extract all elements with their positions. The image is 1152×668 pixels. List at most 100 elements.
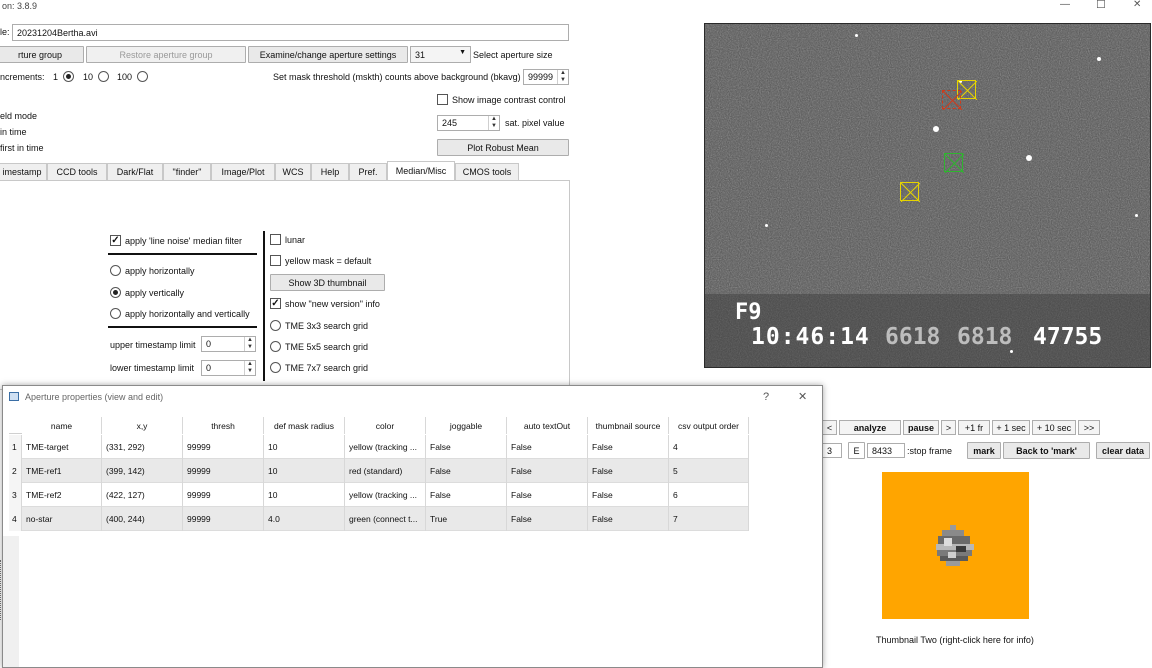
- apply-vertically-radio[interactable]: [110, 287, 121, 298]
- yellow-mask-checkbox[interactable]: [270, 255, 281, 266]
- increment-10-radio[interactable]: [98, 71, 109, 82]
- table-cell[interactable]: red (standard): [345, 459, 426, 483]
- row-index[interactable]: 4: [9, 507, 22, 531]
- aperture-size-select[interactable]: 31 ▼: [410, 46, 471, 63]
- aperture-marker-red[interactable]: [942, 90, 962, 110]
- help-icon[interactable]: ?: [763, 391, 769, 403]
- thumbnail-two[interactable]: [882, 472, 1029, 619]
- table-cell[interactable]: 10: [264, 459, 345, 483]
- tab-timestamp[interactable]: imestamp: [0, 163, 47, 180]
- table-cell[interactable]: False: [426, 435, 507, 459]
- table-header-thresh[interactable]: thresh: [183, 417, 264, 434]
- start-frame-field[interactable]: 3: [822, 443, 842, 458]
- table-cell[interactable]: TME-ref2: [22, 483, 102, 507]
- table-header-joggable[interactable]: joggable: [426, 417, 507, 434]
- tab-cmos-tools[interactable]: CMOS tools: [455, 163, 519, 180]
- row-index[interactable]: 3: [9, 483, 22, 507]
- spin-arrows-icon[interactable]: ▲ ▼: [244, 361, 255, 375]
- lunar-checkbox[interactable]: [270, 234, 281, 245]
- lower-timestamp-limit-spinbox[interactable]: 0 ▲ ▼: [201, 360, 256, 376]
- table-cell[interactable]: 4.0: [264, 507, 345, 531]
- table-cell[interactable]: False: [507, 507, 588, 531]
- table-cell[interactable]: False: [588, 483, 669, 507]
- table-cell[interactable]: 6: [669, 483, 749, 507]
- table-cell[interactable]: 99999: [183, 435, 264, 459]
- new-version-info-checkbox[interactable]: ✓: [270, 298, 281, 309]
- aperture-group-button[interactable]: rture group: [0, 46, 84, 63]
- next-frame-button[interactable]: >: [941, 420, 956, 435]
- table-cell[interactable]: 10: [264, 435, 345, 459]
- table-cell[interactable]: 7: [669, 507, 749, 531]
- table-cell[interactable]: False: [588, 435, 669, 459]
- increment-100-radio[interactable]: [137, 71, 148, 82]
- table-row[interactable]: 4 no-star (400, 244) 99999 4.0 green (connect…: [9, 507, 749, 531]
- analyze-button[interactable]: analyze: [839, 420, 901, 435]
- stop-frame-field[interactable]: 8433: [867, 443, 905, 458]
- table-cell[interactable]: False: [588, 507, 669, 531]
- table-header-thumbnail-source[interactable]: thumbnail source: [588, 417, 669, 434]
- table-row[interactable]: 2 TME-ref1 (399, 142) 99999 10 red (standard)…: [9, 459, 749, 483]
- table-cell[interactable]: 4: [669, 435, 749, 459]
- table-cell[interactable]: green (connect t...: [345, 507, 426, 531]
- table-cell[interactable]: (331, 292): [102, 435, 183, 459]
- saturation-spinbox[interactable]: 245 ▲ ▼: [437, 115, 500, 131]
- tab-help[interactable]: Help: [311, 163, 349, 180]
- minimize-icon[interactable]: —: [1060, 0, 1070, 10]
- line-noise-filter-checkbox[interactable]: ✓: [110, 235, 121, 246]
- table-header-auto-textout[interactable]: auto textOut: [507, 417, 588, 434]
- fast-forward-button[interactable]: >>: [1078, 420, 1100, 435]
- table-cell[interactable]: 99999: [183, 483, 264, 507]
- table-cell[interactable]: (399, 142): [102, 459, 183, 483]
- row-index[interactable]: 1: [9, 435, 22, 459]
- spin-arrows-icon[interactable]: ▲ ▼: [557, 70, 568, 84]
- maximize-icon[interactable]: ☐: [1096, 0, 1106, 11]
- table-cell[interactable]: False: [507, 435, 588, 459]
- clear-data-button[interactable]: clear data: [1096, 442, 1150, 459]
- table-cell[interactable]: TME-ref1: [22, 459, 102, 483]
- table-header-def-mask-radius[interactable]: def mask radius: [264, 417, 345, 434]
- video-frame[interactable]: F9 10:46:14 6618 6818 47755: [704, 23, 1151, 368]
- close-icon[interactable]: ✕: [1133, 0, 1141, 10]
- apply-horizontally-radio[interactable]: [110, 265, 121, 276]
- examine-aperture-settings-button[interactable]: Examine/change aperture settings: [248, 46, 408, 63]
- spin-arrows-icon[interactable]: ▲ ▼: [244, 337, 255, 351]
- table-row[interactable]: 3 TME-ref2 (422, 127) 99999 10 yellow (tracki…: [9, 483, 749, 507]
- table-cell[interactable]: 5: [669, 459, 749, 483]
- end-frame-button[interactable]: E: [848, 442, 865, 459]
- table-cell[interactable]: TME-target: [22, 435, 102, 459]
- plus-1-sec-button[interactable]: + 1 sec: [992, 420, 1030, 435]
- plus-10-sec-button[interactable]: + 10 sec: [1032, 420, 1076, 435]
- apply-both-radio[interactable]: [110, 308, 121, 319]
- increment-1-radio[interactable]: [63, 71, 74, 82]
- table-cell[interactable]: True: [426, 507, 507, 531]
- table-cell[interactable]: 10: [264, 483, 345, 507]
- aperture-marker-yellow[interactable]: [900, 182, 920, 202]
- tab-wcs[interactable]: WCS: [275, 163, 311, 180]
- tab-finder[interactable]: "finder": [163, 163, 211, 180]
- plus-1-frame-button[interactable]: +1 fr: [958, 420, 990, 435]
- tab-median-misc[interactable]: Median/Misc: [387, 161, 455, 180]
- table-cell[interactable]: (400, 244): [102, 507, 183, 531]
- table-cell[interactable]: 99999: [183, 459, 264, 483]
- upper-timestamp-limit-spinbox[interactable]: 0 ▲ ▼: [201, 336, 256, 352]
- table-cell[interactable]: False: [507, 459, 588, 483]
- restore-aperture-group-button[interactable]: Restore aperture group: [86, 46, 246, 63]
- mask-threshold-spinbox[interactable]: 99999 ▲ ▼: [523, 69, 569, 85]
- table-cell[interactable]: False: [426, 459, 507, 483]
- table-cell[interactable]: yellow (tracking ...: [345, 483, 426, 507]
- table-header-name[interactable]: name: [22, 417, 102, 434]
- mark-button[interactable]: mark: [967, 442, 1001, 459]
- table-row[interactable]: 1 TME-target (331, 292) 99999 10 yellow (trac…: [9, 435, 749, 459]
- spin-arrows-icon[interactable]: ▲ ▼: [488, 116, 499, 130]
- plot-robust-mean-button[interactable]: Plot Robust Mean: [437, 139, 569, 156]
- tab-pref[interactable]: Pref.: [349, 163, 387, 180]
- tme-3x3-radio[interactable]: [270, 320, 281, 331]
- table-cell[interactable]: yellow (tracking ...: [345, 435, 426, 459]
- dialog-close-icon[interactable]: ✕: [798, 390, 807, 403]
- prev-frame-button[interactable]: <: [822, 420, 837, 435]
- table-header-xy[interactable]: x,y: [102, 417, 183, 434]
- file-name-field[interactable]: 20231204Bertha.avi: [12, 24, 569, 41]
- table-header-csv-output-order[interactable]: csv output order: [669, 417, 749, 434]
- tme-7x7-radio[interactable]: [270, 362, 281, 373]
- tab-dark-flat[interactable]: Dark/Flat: [107, 163, 163, 180]
